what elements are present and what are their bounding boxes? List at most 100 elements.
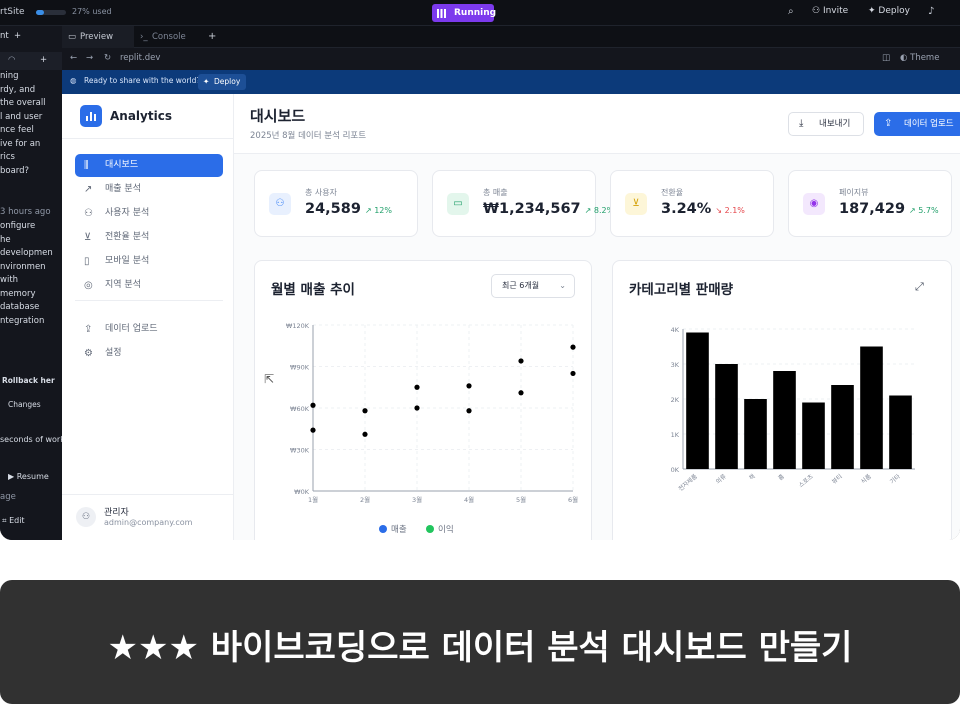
agent-text-line: l and user (0, 111, 43, 122)
kpi-label: 총 매출 (483, 188, 508, 197)
theme-button[interactable]: ◐ Theme (900, 53, 939, 63)
x-tick-label: 1월 (308, 495, 318, 504)
period-select-value: 최근 6개월 (502, 281, 540, 290)
nav-label: 매출 분석 (105, 184, 141, 194)
nav-label: 전환율 분석 (105, 232, 150, 242)
trend-up-icon: ↗ (584, 206, 594, 215)
bell-icon[interactable]: ♪ (928, 6, 934, 17)
upload-data-button[interactable]: ⇪ 데이터 업로드 (874, 112, 960, 136)
nav-item-conversion[interactable]: ⊻ 전환율 분석 (75, 226, 223, 249)
pencil-icon: ⌗ (2, 516, 10, 525)
brand-name: Analytics (110, 109, 172, 123)
y-tick-label: ₩120K (286, 322, 310, 330)
monthly-revenue-panel: 월별 매출 추이 최근 6개월 ⌄ ₩0K ₩30K ₩60K ₩90K ₩120K 1월 2… (254, 260, 592, 540)
cart-icon: ⊻ (625, 193, 647, 215)
agent-text-line: nce feel (0, 125, 34, 135)
period-select[interactable]: 최근 6개월 ⌄ (491, 274, 575, 298)
x-tick-label: 책 (747, 472, 756, 482)
terminal-icon: ›_ (140, 32, 148, 42)
y-tick-label: 3K (671, 361, 680, 369)
nav-item-dashboard[interactable]: ⫼ 대시보드 (75, 154, 223, 177)
tab-console[interactable]: ›_ Console (134, 26, 204, 48)
kpi-value-row: 3.24% ↘ 2.1% (661, 201, 745, 217)
y-tick-label: ₩0K (294, 488, 310, 496)
upload-label: 데이터 업로드 (904, 119, 954, 129)
deploy-banner-button[interactable]: ✦ Deploy (198, 74, 247, 90)
x-tick-label: 홈 (776, 472, 786, 482)
legend-dot (379, 525, 387, 533)
palette-icon: ◐ (900, 53, 911, 63)
agent-panel-header: nt (0, 31, 9, 41)
agent-text-line: board? (0, 165, 30, 176)
chart-title: 월별 매출 추이 (271, 282, 355, 298)
app-name[interactable]: rtSite (0, 7, 25, 17)
forward-icon[interactable]: → (86, 53, 93, 63)
scatter-point (466, 408, 472, 414)
nav-item-users[interactable]: ⚇ 사용자 분석 (75, 202, 223, 225)
devtools-icon[interactable]: ◫ (882, 53, 890, 63)
nav-label: 지역 분석 (105, 280, 141, 290)
url-text[interactable]: replit.dev (120, 53, 160, 63)
deploy-button[interactable]: ✦ Deploy (868, 6, 910, 16)
kpi-change: ↘ 2.1% (715, 206, 745, 215)
deploy-banner: ◍ Ready to share with the world? ✦ Deploy (62, 70, 960, 94)
new-tab-icon[interactable]: + (208, 31, 216, 42)
globe-icon: ◎ (84, 280, 93, 291)
trend-down-icon: ↘ (715, 206, 725, 215)
plus-icon[interactable]: + (14, 30, 21, 43)
nav-item-mobile[interactable]: ▯ 모바일 분석 (75, 250, 223, 273)
sidebar-divider (62, 138, 234, 139)
y-tick-label: ₩60K (290, 405, 310, 413)
search-icon[interactable]: ⌕ (788, 6, 794, 17)
scatter-point (310, 402, 316, 408)
invite-button[interactable]: ⚇ Invite (812, 6, 848, 16)
usage-bar (36, 10, 66, 15)
reload-icon[interactable]: ↻ (104, 53, 111, 63)
nav-item-region[interactable]: ◎ 지역 분석 (75, 274, 223, 297)
export-button[interactable]: ⤓ 내보내기 (788, 112, 864, 136)
trend-up-icon: ↗ (909, 206, 919, 215)
dashboard-main: 대시보드 2025년 8월 데이터 분석 리포트 ⤓ 내보내기 ⇪ 데이터 업로드 … (234, 94, 960, 540)
wifi-icon[interactable]: ◠ (8, 54, 15, 67)
back-icon[interactable]: ← (70, 53, 77, 63)
x-tick-label: 뷰티 (830, 472, 844, 485)
kpi-card-pageviews: ◉ 페이지뷰 187,429 ↗ 5.7% (788, 170, 952, 237)
expand-icon[interactable]: ⤢ (915, 280, 924, 294)
agent-text-line: with (0, 275, 19, 285)
page-subtitle: 2025년 8월 데이터 분석 리포트 (250, 131, 367, 141)
upload-icon: ⇪ (884, 118, 893, 129)
timestamp: 3 hours ago (0, 207, 51, 217)
agent-toolbar: ◠ + (0, 52, 62, 70)
mouse-cursor-icon: ⇱ (264, 372, 275, 386)
kpi-value-row: 187,429 ↗ 5.7% (839, 201, 939, 217)
chevron-down-icon: ⌄ (559, 281, 566, 290)
dashboard-app: Analytics ⫼ 대시보드 ↗ 매출 분석 ⚇ 사용자 분석 ⊻ 전환율 분석 ▯… (62, 94, 960, 540)
tab-preview[interactable]: ▭ Preview (62, 26, 134, 48)
globe-small-icon: ◍ (70, 76, 77, 85)
y-tick-label: 2K (671, 396, 680, 404)
scatter-point (570, 370, 576, 377)
url-bar: ← → ↻ replit.dev ◫ ◐ Theme (62, 48, 960, 70)
kpi-change-value: 12% (374, 206, 392, 215)
changes-button[interactable]: Changes (8, 398, 41, 411)
running-label: Running (454, 8, 497, 18)
deploy-banner-label: Deploy (214, 77, 241, 86)
nav-item-sales[interactable]: ↗ 매출 분석 (75, 178, 223, 201)
resume-button[interactable]: ▶ Resume (8, 470, 49, 483)
nav-item-settings[interactable]: ⚙ 설정 (75, 342, 223, 365)
scatter-point (310, 427, 316, 433)
kpi-card-conversion: ⊻ 전환율 3.24% ↘ 2.1% (610, 170, 774, 237)
running-button[interactable]: Running (432, 4, 497, 22)
add-icon[interactable]: + (40, 54, 47, 67)
mode-label: age (0, 492, 16, 502)
edit-button[interactable]: ⌗ Edit (2, 514, 25, 527)
nav-label: 사용자 분석 (105, 208, 150, 218)
scatter-point (518, 358, 524, 364)
kpi-label: 전환율 (661, 188, 684, 197)
user-profile[interactable]: ⚇ 관리자 admin@company.com (62, 494, 234, 540)
caption-text: ★★★ 바이브코딩으로 데이터 분석 대시보드 만들기 (107, 628, 853, 668)
scatter-point (466, 383, 472, 389)
kpi-change-value: 2.1% (724, 206, 745, 215)
rollback-button[interactable]: Rollback her (2, 374, 55, 387)
nav-item-upload[interactable]: ⇪ 데이터 업로드 (75, 318, 223, 341)
